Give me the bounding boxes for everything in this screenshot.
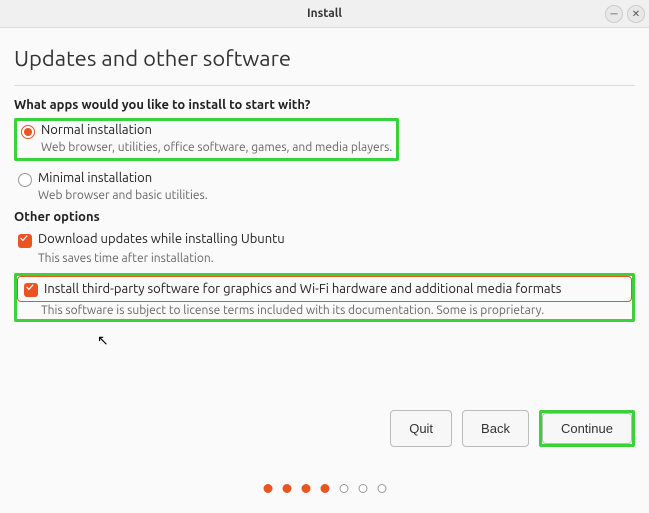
radio-icon bbox=[21, 125, 35, 139]
checkbox-icon bbox=[24, 283, 38, 297]
window-controls: ─ ✕ bbox=[605, 5, 645, 23]
checkbox-download-updates[interactable]: Download updates while installing Ubuntu bbox=[14, 230, 635, 250]
radio-minimal-install[interactable]: Minimal installation Web browser and bas… bbox=[14, 169, 635, 204]
radio-normal-install[interactable]: Normal installation Web browser, utiliti… bbox=[17, 121, 396, 156]
progress-dot bbox=[263, 484, 272, 493]
option-label: Download updates while installing Ubuntu bbox=[38, 232, 631, 246]
titlebar: Install ─ ✕ bbox=[0, 0, 649, 28]
continue-button[interactable]: Continue bbox=[542, 413, 632, 444]
highlight-third-party: Install third-party software for graphic… bbox=[14, 273, 635, 322]
minimize-button[interactable]: ─ bbox=[605, 5, 623, 23]
option-body: Download updates while installing Ubuntu bbox=[38, 232, 631, 246]
progress-dot bbox=[377, 484, 386, 493]
back-button[interactable]: Back bbox=[462, 410, 529, 447]
progress-dot bbox=[358, 484, 367, 493]
page-title: Updates and other software bbox=[14, 46, 635, 71]
option-body: Normal installation Web browser, utiliti… bbox=[41, 123, 392, 154]
progress-dots bbox=[263, 484, 386, 493]
progress-dot bbox=[301, 484, 310, 493]
highlight-normal-install: Normal installation Web browser, utiliti… bbox=[14, 118, 399, 161]
option-desc: This software is subject to license term… bbox=[41, 304, 632, 317]
window-title: Install bbox=[307, 7, 342, 20]
radio-icon bbox=[18, 173, 32, 187]
checkbox-icon bbox=[18, 234, 32, 248]
option-label: Normal installation bbox=[41, 123, 392, 137]
option-desc: Web browser, utilities, office software,… bbox=[41, 141, 392, 154]
option-body: Minimal installation Web browser and bas… bbox=[38, 171, 631, 202]
content-area: Updates and other software What apps wou… bbox=[0, 28, 649, 322]
progress-dot bbox=[320, 484, 329, 493]
progress-dot bbox=[339, 484, 348, 493]
progress-dot bbox=[282, 484, 291, 493]
checkbox-third-party[interactable]: Install third-party software for graphic… bbox=[17, 276, 632, 302]
option-label: Install third-party software for graphic… bbox=[44, 282, 561, 296]
highlight-continue: Continue bbox=[539, 410, 635, 447]
footer-buttons: Quit Back Continue bbox=[390, 410, 635, 447]
option-desc: Web browser and basic utilities. bbox=[38, 189, 631, 202]
close-button[interactable]: ✕ bbox=[627, 5, 645, 23]
cursor-icon: ↖ bbox=[97, 332, 109, 349]
option-label: Minimal installation bbox=[38, 171, 631, 185]
question-other: Other options bbox=[14, 210, 635, 224]
divider bbox=[14, 85, 635, 86]
option-desc: This saves time after installation. bbox=[38, 252, 635, 265]
question-apps: What apps would you like to install to s… bbox=[14, 98, 635, 112]
quit-button[interactable]: Quit bbox=[390, 410, 452, 447]
